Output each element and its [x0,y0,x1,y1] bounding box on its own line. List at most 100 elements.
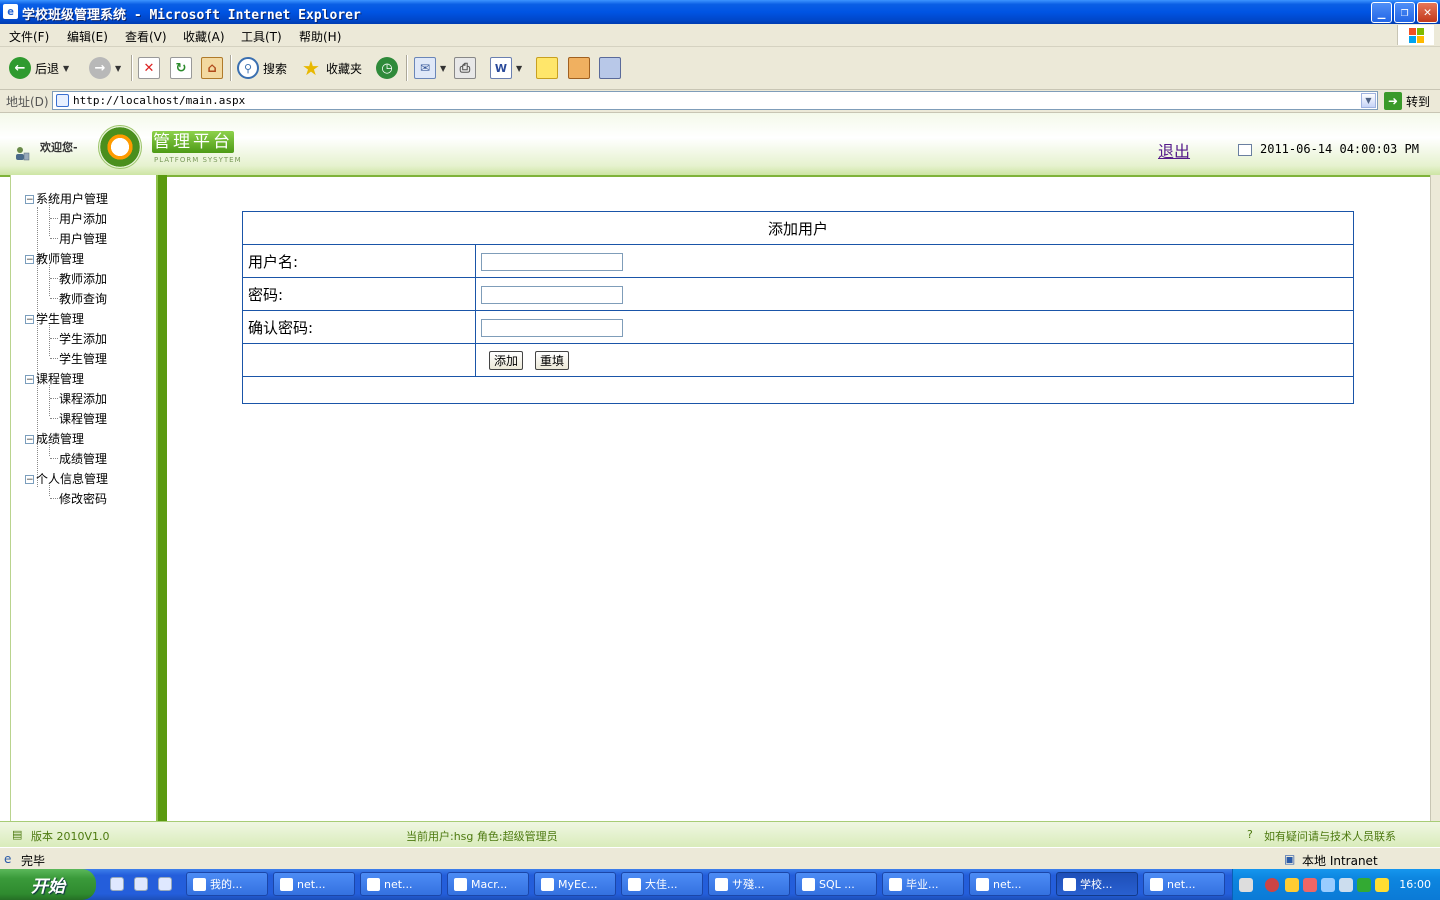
quicklaunch-media-icon[interactable] [158,877,172,891]
tree-item-manage-courses[interactable]: 课程管理 [59,410,107,427]
tree-item-add-student[interactable]: 学生添加 [59,330,107,347]
tree-item-query-teacher[interactable]: 教师查询 [59,290,107,307]
toolbar: ← 后退 ▼ → ▼ ✕ ↻ ⌂ ⚲ 搜索 ★ 收藏夹 ◷ ✉ ▼ ⎙ W ▼ [0,47,1440,90]
task-label: 我的... [210,878,243,891]
tray-app-icon[interactable] [1285,878,1299,892]
platform-subtitle: PLATFORM SYSYTEM [154,156,242,164]
menu-tools[interactable]: 工具(T) [241,28,282,45]
collapse-icon[interactable]: − [25,475,34,485]
tree-node-system-users[interactable]: − 系统用户管理 [25,190,108,207]
tree-node-grades[interactable]: − 成绩管理 [25,430,84,447]
back-dropdown-icon[interactable]: ▼ [63,64,69,73]
history-button[interactable]: ◷ [376,55,398,81]
shield-icon[interactable] [1357,878,1371,892]
task-button-10[interactable]: net... [969,872,1051,896]
menu-file[interactable]: 文件(F) [9,28,49,45]
tree-node-courses[interactable]: − 课程管理 [25,370,84,387]
tree-item-add-teacher[interactable]: 教师添加 [59,270,107,287]
task-button-12[interactable]: net... [1143,872,1225,896]
tree-item-manage-students[interactable]: 学生管理 [59,350,107,367]
task-label: 学校... [1080,878,1113,891]
tray-app-icon[interactable] [1303,878,1317,892]
research-button[interactable] [568,55,590,81]
task-button-6[interactable]: 大佳... [621,872,703,896]
mail-button[interactable]: ✉ ▼ [414,55,446,81]
address-dropdown-icon[interactable]: ▼ [1361,93,1376,108]
mail-dropdown-icon[interactable]: ▼ [440,64,446,73]
task-button-5[interactable]: MyEc... [534,872,616,896]
quicklaunch-desktop-icon[interactable] [110,877,124,891]
discuss-button[interactable] [536,55,558,81]
collapse-icon[interactable]: − [25,435,34,445]
task-button-9[interactable]: 毕业... [882,872,964,896]
collapse-icon[interactable]: − [25,375,34,385]
tray-app-icon[interactable] [1339,878,1353,892]
tree-node-students[interactable]: − 学生管理 [25,310,84,327]
add-button[interactable]: 添加 [489,350,524,370]
tree-item-manage-users[interactable]: 用户管理 [59,230,107,247]
maximize-button[interactable]: ❐ [1394,2,1415,23]
task-button-8[interactable]: SQL ... [795,872,877,896]
platform-logo-icon [98,125,142,169]
search-button[interactable]: ⚲ 搜索 [237,55,287,81]
username-label: 用户名: [242,244,476,278]
tree-connector [50,418,58,419]
logout-link[interactable]: 退出 [1158,138,1190,162]
task-label: MyEc... [558,877,598,891]
forward-button[interactable]: → ▼ [89,55,121,81]
reset-button[interactable]: 重填 [535,350,570,370]
username-input[interactable] [481,252,623,271]
close-button[interactable]: ✕ [1417,2,1438,23]
word-edit-icon: W [490,57,512,79]
task-icon [889,877,902,891]
collapse-icon[interactable]: − [25,195,34,205]
menu-bar: 文件(F) 编辑(E) 查看(V) 收藏(A) 工具(T) 帮助(H) [0,24,1440,47]
tray-arrow-icon[interactable] [1265,878,1279,892]
tree-item-add-user[interactable]: 用户添加 [59,210,107,227]
password-input[interactable] [481,285,623,304]
windows-logo-icon [1397,25,1434,45]
messenger-button[interactable] [599,55,621,81]
minimize-button[interactable]: _ [1371,2,1392,23]
search-icon: ⚲ [237,57,259,79]
quicklaunch-ie-icon[interactable] [134,877,148,891]
keyboard-icon[interactable] [1239,878,1253,892]
task-button-2[interactable]: net... [273,872,355,896]
forward-dropdown-icon[interactable]: ▼ [115,64,121,73]
menu-edit[interactable]: 编辑(E) [67,28,108,45]
menu-help[interactable]: 帮助(H) [299,28,341,45]
refresh-button[interactable]: ↻ [170,55,192,81]
tree-node-label: 课程管理 [36,372,85,386]
collapse-icon[interactable]: − [25,315,34,325]
print-button[interactable]: ⎙ [454,55,476,81]
favorites-button[interactable]: ★ 收藏夹 [300,55,362,81]
back-button[interactable]: ← 后退 ▼ [9,55,69,81]
tray-app-icon[interactable] [1375,878,1389,892]
tree-item-change-password[interactable]: 修改密码 [59,490,107,507]
task-button-4[interactable]: Macr... [447,872,529,896]
tree-item-add-course[interactable]: 课程添加 [59,390,107,407]
status-text: 完毕 [21,854,46,868]
task-button-7[interactable]: サ殘... [708,872,790,896]
collapse-icon[interactable]: − [25,255,34,265]
confirm-password-input[interactable] [481,318,623,337]
stop-button[interactable]: ✕ [138,55,160,81]
tree-node-personal-info[interactable]: − 个人信息管理 [25,470,108,487]
task-icon [454,877,467,891]
tree-item-manage-grades[interactable]: 成绩管理 [59,450,107,467]
task-button-11-active[interactable]: 学校... [1056,872,1138,896]
go-button[interactable]: ➜ 转到 [1384,91,1430,111]
tree-node-teachers[interactable]: − 教师管理 [25,250,84,267]
task-button-3[interactable]: net... [360,872,442,896]
menu-view[interactable]: 查看(V) [125,28,167,45]
menu-favorites[interactable]: 收藏(A) [183,28,225,45]
address-input[interactable] [73,93,1353,108]
tray-app-icon[interactable] [1321,878,1335,892]
address-field[interactable]: ▼ [52,91,1378,110]
sidebar-splitter[interactable] [156,175,167,821]
edit-dropdown-icon[interactable]: ▼ [516,64,522,73]
edit-button[interactable]: W ▼ [490,55,522,81]
home-button[interactable]: ⌂ [201,55,223,81]
start-button[interactable]: 开始 [0,869,96,900]
task-button-1[interactable]: 我的... [186,872,268,896]
